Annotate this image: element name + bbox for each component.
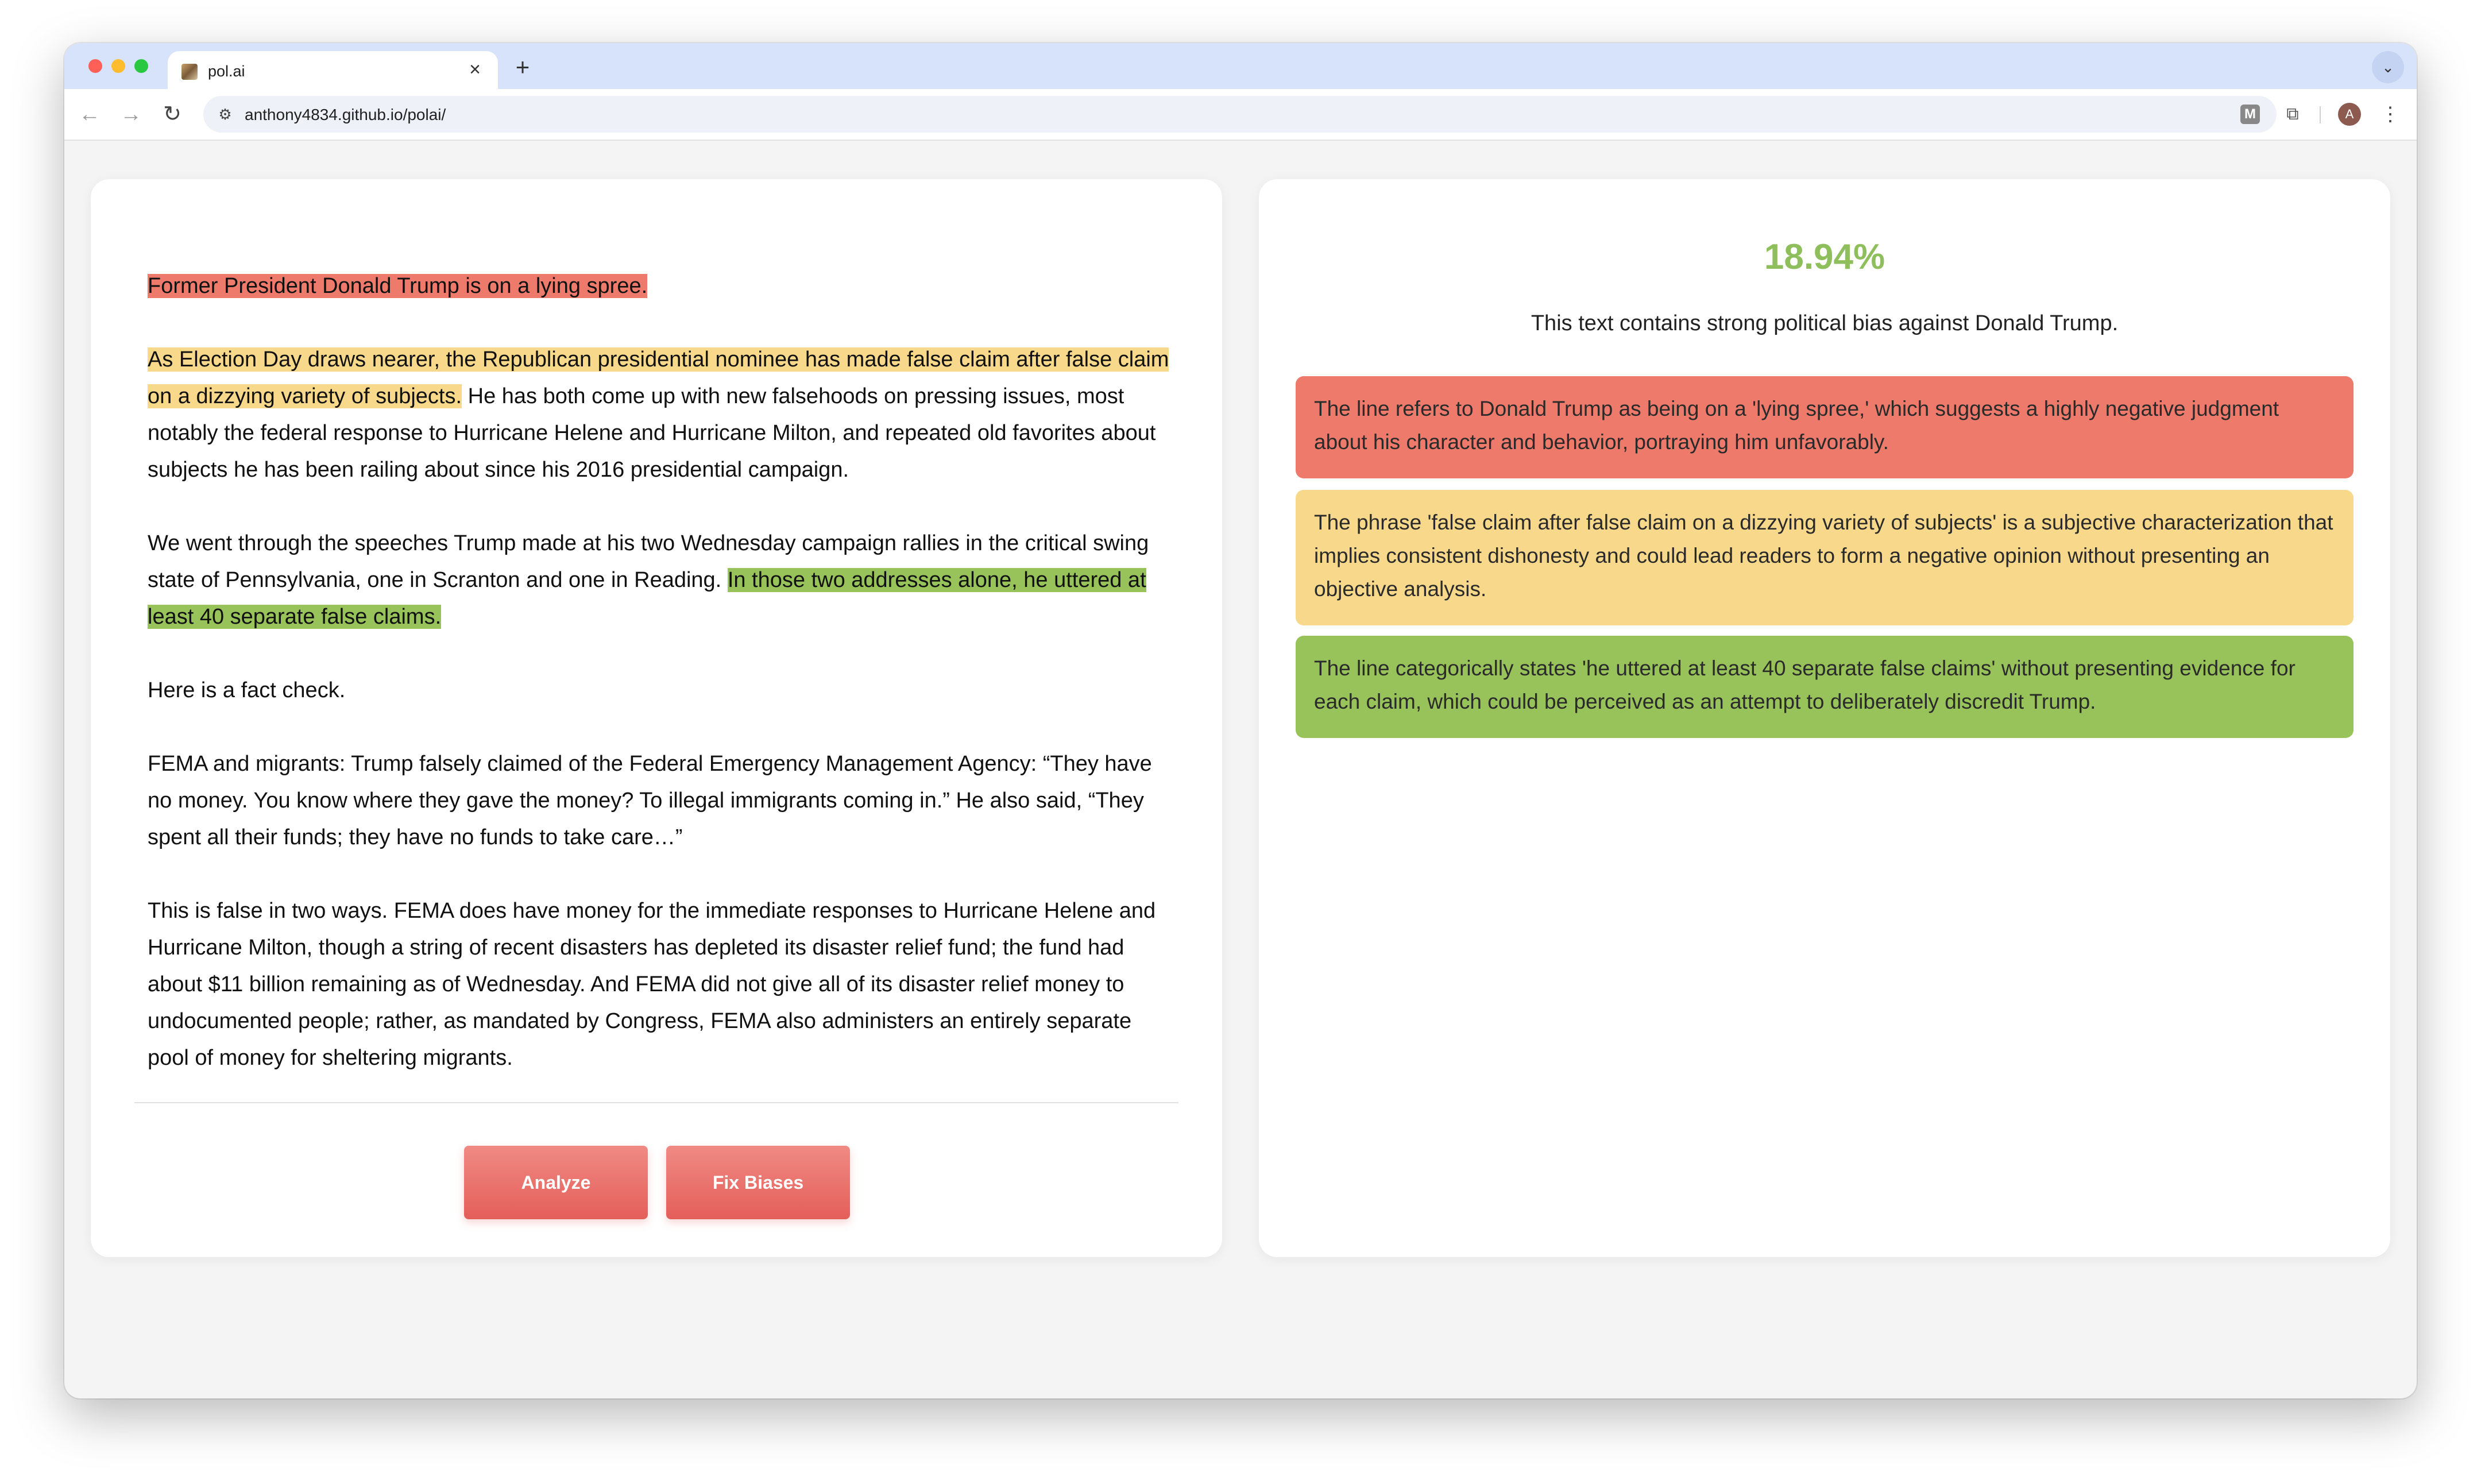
avatar[interactable]: A xyxy=(2338,103,2361,126)
issue-card-red: The line refers to Donald Trump as being… xyxy=(1296,376,2354,478)
highlight-red: Former President Donald Trump is on a ly… xyxy=(148,274,648,298)
site-settings-icon[interactable]: ⚙ xyxy=(216,105,234,123)
bias-score: 18.94% xyxy=(1764,237,1885,277)
url-text[interactable]: anthony4834.github.io/polai/ xyxy=(245,106,446,124)
reload-icon[interactable]: ↻ xyxy=(159,101,186,128)
forward-arrow-icon[interactable]: → xyxy=(117,101,145,128)
issue-card-yellow: The phrase 'false claim after false clai… xyxy=(1296,490,2354,625)
article-text[interactable]: Former President Donald Trump is on a ly… xyxy=(148,268,1170,1113)
paragraph-5: FEMA and migrants: Trump falsely claimed… xyxy=(148,752,1152,849)
paragraph-2: As Election Day draws nearer, the Republ… xyxy=(148,341,1170,488)
result-panel: 18.94% This text contains strong politic… xyxy=(1259,179,2390,1257)
paragraph-1: Former President Donald Trump is on a ly… xyxy=(148,268,1170,304)
tab-title: pol.ai xyxy=(208,63,245,80)
minimize-window-button[interactable] xyxy=(111,59,125,73)
kebab-menu-icon[interactable]: ⋮ xyxy=(2376,101,2404,128)
input-panel: Former President Donald Trump is on a ly… xyxy=(91,179,1222,1257)
paragraph-3: We went through the speeches Trump made … xyxy=(148,525,1170,635)
close-icon[interactable]: × xyxy=(465,59,485,80)
issue-card-green: The line categorically states 'he uttere… xyxy=(1296,636,2354,738)
toolbar-divider xyxy=(2320,106,2321,123)
close-window-button[interactable] xyxy=(88,59,102,73)
tab-bar: pol.ai × + ⌄ xyxy=(64,43,2417,89)
address-bar[interactable]: ⚙ anthony4834.github.io/polai/ ☆ xyxy=(203,96,2277,133)
analyze-button[interactable]: Analyze xyxy=(464,1146,648,1219)
back-arrow-icon[interactable]: ← xyxy=(76,101,103,128)
bias-summary: This text contains strong political bias… xyxy=(1531,311,2119,335)
paragraph-4: Here is a fact check. xyxy=(148,678,346,702)
favicon-icon xyxy=(181,64,198,80)
chevron-down-icon[interactable]: ⌄ xyxy=(2372,51,2404,83)
browser-toolbar: ← → ↻ ⚙ anthony4834.github.io/polai/ ☆ M… xyxy=(64,89,2417,141)
maximize-window-button[interactable] xyxy=(134,59,148,73)
fix-biases-button[interactable]: Fix Biases xyxy=(666,1146,850,1219)
browser-tab[interactable]: pol.ai × xyxy=(168,51,498,89)
extension-m-icon[interactable]: M xyxy=(2236,101,2264,128)
extension-m-label: M xyxy=(2240,105,2260,124)
plus-icon[interactable]: + xyxy=(511,55,534,79)
divider xyxy=(134,1102,1178,1103)
paragraph-6: This is false in two ways. FEMA does hav… xyxy=(148,899,1156,1070)
browser-window: pol.ai × + ⌄ ← → ↻ ⚙ anthony4834.github.… xyxy=(64,43,2417,1398)
puzzle-icon[interactable]: ⧉ xyxy=(2279,101,2306,128)
